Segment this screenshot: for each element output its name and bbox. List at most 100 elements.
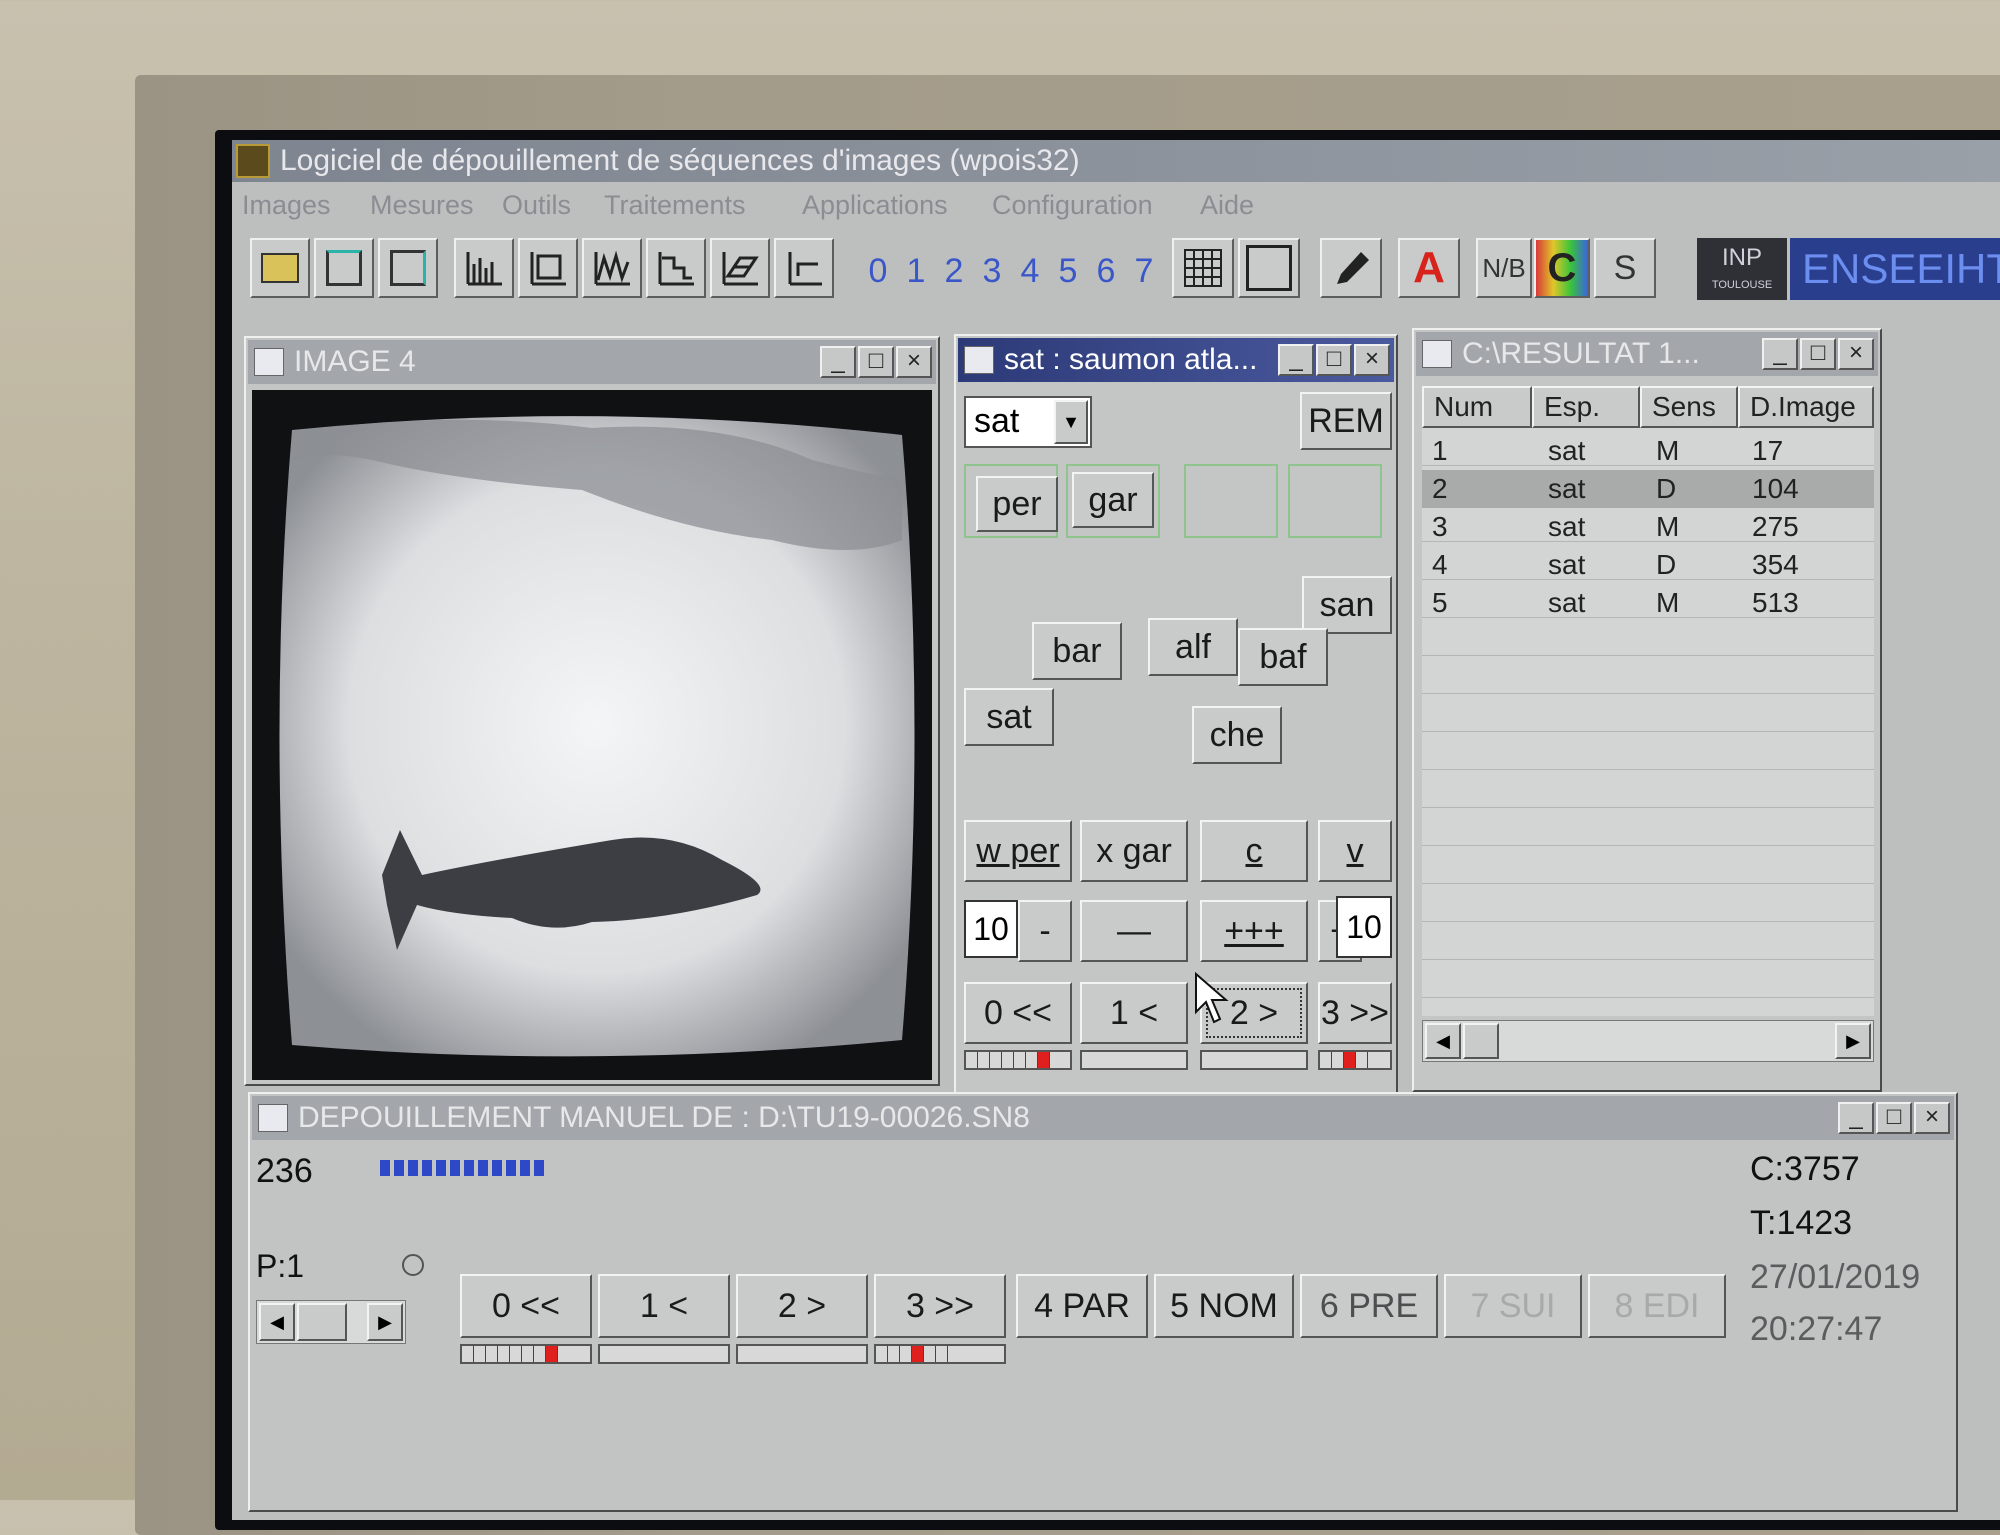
c-button[interactable]: c [1200,820,1308,882]
nav-first-button[interactable]: 0 << [964,982,1072,1044]
close-button[interactable]: × [1838,338,1874,370]
gar-button[interactable]: gar [1072,472,1154,528]
radio-button[interactable] [402,1254,424,1276]
table-row[interactable]: 1 sat M 17 [1422,432,1874,470]
channel-2-button[interactable]: 2 [936,246,972,296]
menu-outils[interactable]: Outils [502,190,571,221]
w-per-button[interactable]: w per [964,820,1072,882]
species-san-button[interactable]: san [1302,576,1392,634]
step-button[interactable] [646,238,706,298]
menu-configuration[interactable]: Configuration [992,190,1153,221]
pre-button[interactable]: 6 PRE [1300,1274,1438,1338]
histogram-button[interactable] [454,238,514,298]
minimize-button[interactable]: _ [1762,338,1798,370]
export-button[interactable] [314,238,374,298]
surface-button[interactable] [710,238,770,298]
species-alf-button[interactable]: alf [1148,618,1238,676]
species-che-button[interactable]: che [1192,706,1282,764]
scroll-thumb[interactable] [1463,1023,1499,1059]
grid-button[interactable] [1172,238,1234,298]
minimize-button[interactable]: _ [820,346,856,378]
channel-3-button[interactable]: 3 [974,246,1010,296]
par-button[interactable]: 4 PAR [1016,1274,1148,1338]
minus-button[interactable]: - [1018,900,1072,962]
surface-icon [722,252,759,286]
channel-4-button[interactable]: 4 [1012,246,1048,296]
minimize-button[interactable]: _ [1278,344,1314,376]
right-step-value[interactable]: 10 [1336,896,1392,958]
manual-last-indicator [874,1344,1006,1364]
chevron-down-icon[interactable]: ▼ [1054,400,1088,444]
results-window-titlebar: C:\RESULTAT 1... _ □ × [1416,332,1878,376]
channel-5-button[interactable]: 5 [1050,246,1086,296]
table-row[interactable]: 5 sat M 513 [1422,584,1874,622]
close-button[interactable]: × [1354,344,1390,376]
channel-0-button[interactable]: 0 [860,246,896,296]
manual-last-button[interactable]: 3 >> [874,1274,1006,1338]
open-image-button[interactable] [250,238,310,298]
edi-button[interactable]: 8 EDI [1588,1274,1726,1338]
sequence-button[interactable]: S [1594,238,1656,298]
menu-applications[interactable]: Applications [802,190,948,221]
column-header-esp[interactable]: Esp. [1532,386,1640,428]
color-button[interactable]: C [1534,238,1590,298]
channel-6-button[interactable]: 6 [1088,246,1124,296]
channel-1-button[interactable]: 1 [898,246,934,296]
horizontal-scrollbar[interactable]: ◀ ▶ [1422,1020,1874,1062]
manual-prev-button[interactable]: 1 < [598,1274,730,1338]
axis-button[interactable] [774,238,834,298]
rectangle-button[interactable] [518,238,578,298]
maximize-button[interactable]: □ [1876,1102,1912,1134]
frame-button[interactable] [1238,238,1300,298]
close-button[interactable]: × [1914,1102,1950,1134]
slot-empty-2[interactable] [1288,464,1382,538]
minimize-button[interactable]: _ [1838,1102,1874,1134]
column-header-dimage[interactable]: D.Image [1738,386,1874,428]
nav-prev-button[interactable]: 1 < [1080,982,1188,1044]
species-bar-button[interactable]: bar [1032,622,1122,680]
menu-images[interactable]: Images [242,190,331,221]
page-scrollbar[interactable]: ◀ ▶ [256,1300,406,1344]
scroll-thumb[interactable] [297,1303,347,1341]
left-step-value[interactable]: 10 [964,900,1018,958]
v-button[interactable]: v [1318,820,1392,882]
t-value: T:1423 [1750,1204,1853,1242]
scroll-left-arrow-icon[interactable]: ◀ [259,1303,295,1341]
nb-button[interactable]: N/B [1476,238,1532,298]
scroll-right-arrow-icon[interactable]: ▶ [1835,1023,1871,1059]
scroll-right-arrow-icon[interactable]: ▶ [367,1303,403,1341]
manual-first-button[interactable]: 0 << [460,1274,592,1338]
close-button[interactable]: × [896,346,932,378]
menu-aide[interactable]: Aide [1200,190,1254,221]
maximize-button[interactable]: □ [1316,344,1352,376]
channel-7-button[interactable]: 7 [1126,246,1162,296]
slot-empty-1[interactable] [1184,464,1278,538]
manual-next-button[interactable]: 2 > [736,1274,868,1338]
plusplusplus-button[interactable]: +++ [1200,900,1308,962]
column-header-sens[interactable]: Sens [1640,386,1738,428]
nom-button[interactable]: 5 NOM [1154,1274,1294,1338]
menu-traitements[interactable]: Traitements [604,190,746,221]
species-baf-button[interactable]: baf [1238,628,1328,686]
maximize-button[interactable]: □ [858,346,894,378]
import-button[interactable] [378,238,438,298]
menu-mesures[interactable]: Mesures [370,190,474,221]
maximize-button[interactable]: □ [1800,338,1836,370]
scroll-left-arrow-icon[interactable]: ◀ [1425,1023,1461,1059]
table-row-selected[interactable]: 2 sat D 104 [1422,470,1874,508]
per-button[interactable]: per [976,476,1058,532]
sui-button[interactable]: 7 SUI [1444,1274,1582,1338]
species-select[interactable]: sat ▼ [964,396,1092,448]
table-row[interactable]: 4 sat D 354 [1422,546,1874,584]
column-header-num[interactable]: Num [1422,386,1532,428]
rem-button[interactable]: REM [1300,392,1392,450]
nav-last-button[interactable]: 3 >> [1318,982,1392,1044]
cell-esp: sat [1548,511,1586,542]
profile-button[interactable] [582,238,642,298]
x-gar-button[interactable]: x gar [1080,820,1188,882]
dash-button[interactable]: — [1080,900,1188,962]
species-sat-button[interactable]: sat [964,688,1054,746]
pen-button[interactable] [1320,238,1382,298]
text-tool-button[interactable]: A [1398,238,1460,298]
table-row[interactable]: 3 sat M 275 [1422,508,1874,546]
